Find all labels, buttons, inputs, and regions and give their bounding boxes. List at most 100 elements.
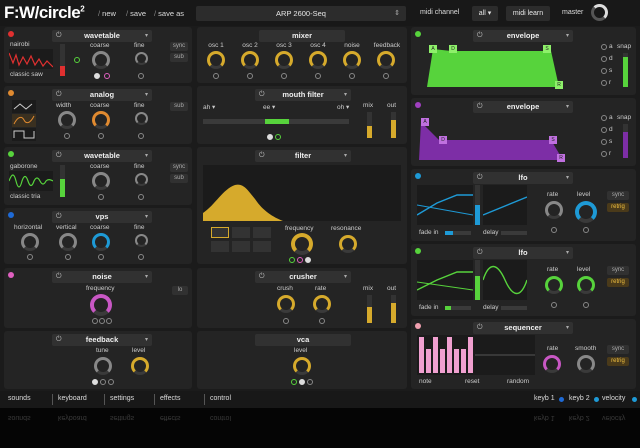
mod-slot[interactable] xyxy=(283,318,289,324)
mod-slot[interactable] xyxy=(601,115,607,121)
mixer-osc3-knob[interactable] xyxy=(275,51,293,69)
lfo2-sync-toggle[interactable]: sync xyxy=(607,266,629,275)
mod-slot[interactable] xyxy=(247,73,253,79)
tab-control[interactable]: control xyxy=(210,395,231,402)
tab-settings[interactable]: settings xyxy=(110,395,134,402)
power-icon[interactable]: ⏻ xyxy=(56,30,62,42)
mod-slot[interactable] xyxy=(383,73,389,79)
lfo1-phase-slider[interactable] xyxy=(475,185,480,225)
lfo2-phase-slider[interactable] xyxy=(475,260,480,300)
mod-slot[interactable] xyxy=(104,73,110,79)
tab-keyboard[interactable]: keyboard xyxy=(58,395,87,402)
save-button[interactable]: save xyxy=(126,9,146,18)
seq-retrig-toggle[interactable]: retrig xyxy=(607,357,629,366)
lfo1-sync-toggle[interactable]: sync xyxy=(607,191,629,200)
mod-slot[interactable] xyxy=(551,302,557,308)
vowel-3-select[interactable]: oh ▾ xyxy=(337,103,349,111)
filter-frequency-knob[interactable] xyxy=(291,233,313,255)
mixer-osc1-knob[interactable] xyxy=(207,51,225,69)
mod-slot[interactable] xyxy=(305,257,311,263)
noise-header[interactable]: ⏻ noise ▾ xyxy=(52,271,152,283)
mouth-mix-slider[interactable] xyxy=(367,112,372,138)
filter-type-hp2[interactable] xyxy=(253,241,271,252)
power-icon[interactable]: ⏻ xyxy=(56,334,62,346)
mod-slot[interactable] xyxy=(213,73,219,79)
mod-slot[interactable] xyxy=(98,194,104,200)
vps-vertical-knob[interactable] xyxy=(59,233,77,251)
filter-header[interactable]: ⏻ filter ▾ xyxy=(255,150,351,162)
osc1-wave-bottom[interactable]: classic saw xyxy=(10,71,43,78)
osc1-level-slider[interactable] xyxy=(60,44,65,76)
power-icon[interactable]: ⏻ xyxy=(56,211,62,223)
filter-type-lp[interactable] xyxy=(211,227,229,238)
mod-slot[interactable] xyxy=(297,257,303,263)
midi-channel-select[interactable]: all ▾ xyxy=(472,6,498,21)
osc1-sub-toggle[interactable]: sub xyxy=(170,53,188,62)
env1-sustain-node[interactable]: S xyxy=(543,45,551,53)
env2-sustain-node[interactable]: S xyxy=(549,136,557,144)
analog-width-knob[interactable] xyxy=(58,111,76,129)
mod-slot[interactable] xyxy=(349,73,355,79)
mod-slot[interactable] xyxy=(601,139,607,145)
lfo2-level-knob[interactable] xyxy=(577,276,595,294)
power-icon[interactable]: ⏻ xyxy=(477,247,483,259)
osc3-wave-bottom[interactable]: classic tria xyxy=(10,193,40,200)
osc3-sub-toggle[interactable]: sub xyxy=(170,174,188,183)
crusher-rate-knob[interactable] xyxy=(313,295,331,313)
env1-attack-node[interactable]: A xyxy=(429,45,437,53)
preset-selector[interactable]: ARP 2600-Seq ⇕ xyxy=(196,6,406,21)
osc1-header[interactable]: ⏻ wavetable ▾ xyxy=(52,30,152,42)
power-icon[interactable]: ⏻ xyxy=(56,150,62,162)
feedback-level-knob[interactable] xyxy=(131,357,149,375)
vps-header[interactable]: ⏻ vps ▾ xyxy=(52,211,152,223)
mod-slot[interactable] xyxy=(100,379,106,385)
mod-slot[interactable] xyxy=(65,254,71,260)
tab-effects[interactable]: effects xyxy=(160,395,181,402)
analog-wave-selector[interactable] xyxy=(12,100,36,142)
analog-header[interactable]: ⏻ analog ▾ xyxy=(52,89,152,101)
power-icon[interactable]: ⏻ xyxy=(477,172,483,184)
mod-slot[interactable] xyxy=(106,318,112,324)
save-as-button[interactable]: save as xyxy=(154,9,184,18)
vca-level-knob[interactable] xyxy=(293,357,311,375)
env2-release-node[interactable]: R xyxy=(557,154,565,162)
mod-slot[interactable] xyxy=(551,227,557,233)
mod-slot[interactable] xyxy=(601,127,607,133)
envelope1-header[interactable]: ⏻ envelope ▾ xyxy=(473,30,573,42)
power-icon[interactable]: ⏻ xyxy=(56,89,62,101)
seq-rate-knob[interactable] xyxy=(543,355,561,373)
power-icon[interactable]: ⏻ xyxy=(477,101,483,113)
env1-decay-node[interactable]: D xyxy=(449,45,457,53)
analog-coarse-knob[interactable] xyxy=(92,111,110,129)
mod-slot[interactable] xyxy=(27,254,33,260)
power-icon[interactable]: ⏻ xyxy=(56,271,62,283)
mod-slot[interactable] xyxy=(601,68,607,74)
master-volume-knob[interactable] xyxy=(591,4,608,21)
midi-learn-button[interactable]: midi learn xyxy=(506,6,550,21)
mod-slot[interactable] xyxy=(99,318,105,324)
crusher-out-slider[interactable] xyxy=(391,295,396,323)
power-icon[interactable]: ⏻ xyxy=(259,271,265,283)
mod-slot[interactable] xyxy=(275,134,281,140)
mod-slot[interactable] xyxy=(98,254,104,260)
crusher-mix-slider[interactable] xyxy=(367,295,372,323)
tab-sounds[interactable]: sounds xyxy=(8,395,31,402)
mod-slot[interactable] xyxy=(92,318,98,324)
mod-slot[interactable] xyxy=(281,73,287,79)
noise-lo-toggle[interactable]: lo xyxy=(172,286,188,295)
mod-slot[interactable] xyxy=(289,257,295,263)
osc3-level-slider[interactable] xyxy=(60,165,65,197)
vowel-morph-slider[interactable] xyxy=(203,119,349,124)
mod-slot[interactable] xyxy=(319,318,325,324)
lfo1-rate-knob[interactable] xyxy=(545,201,563,219)
power-icon[interactable]: ⏻ xyxy=(259,150,265,162)
mixer-osc2-knob[interactable] xyxy=(241,51,259,69)
vps-fine-knob[interactable] xyxy=(135,234,148,247)
mod-slot[interactable] xyxy=(94,73,100,79)
lfo1-header[interactable]: ⏻ lfo ▾ xyxy=(473,172,573,184)
power-icon[interactable]: ⏻ xyxy=(259,89,265,101)
lfo2-fade-in-slider[interactable] xyxy=(445,306,471,310)
mod-slot[interactable] xyxy=(138,73,144,79)
mod-slot[interactable] xyxy=(138,254,144,260)
mixer-noise-knob[interactable] xyxy=(343,51,361,69)
